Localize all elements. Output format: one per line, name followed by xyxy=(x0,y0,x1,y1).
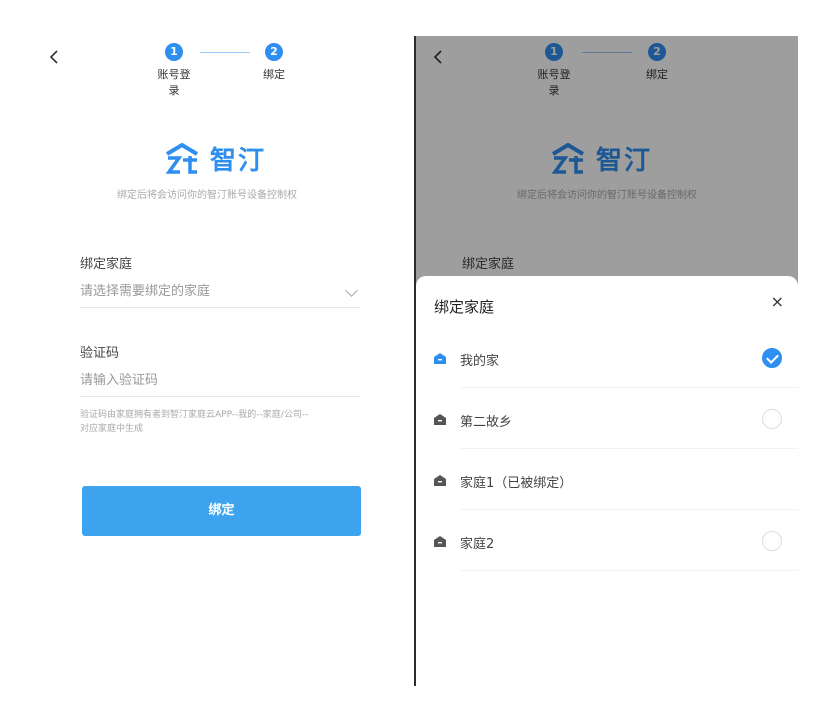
row-divider xyxy=(460,509,798,510)
radio-unchecked-icon[interactable] xyxy=(762,531,782,551)
home-option-home1-bound[interactable]: 家庭1（已被绑定） xyxy=(416,450,798,510)
home-option-my-home[interactable]: 我的家 xyxy=(416,328,798,388)
home-option-label: 第二故乡 xyxy=(460,415,513,430)
code-input-placeholder: 请输入验证码 xyxy=(80,373,159,388)
sheet-title: 绑定家庭 xyxy=(434,298,495,316)
house-icon xyxy=(434,536,446,547)
step-account-login: 1 账号登录 xyxy=(157,43,191,97)
brand-name: 智汀 xyxy=(210,146,267,176)
home-select-placeholder: 请选择需要绑定的家庭 xyxy=(80,284,211,299)
bind-screen: 1 账号登录 2 绑定 智汀 绑定后将会访问你的智汀账号设备控制权 绑定家庭 请… xyxy=(0,0,414,718)
house-icon xyxy=(434,414,446,425)
radio-checked-icon[interactable] xyxy=(762,348,782,368)
home-option-home2[interactable]: 家庭2 xyxy=(416,511,798,571)
chevron-left-icon xyxy=(49,50,58,64)
house-icon xyxy=(434,353,446,364)
home-option-second-home[interactable]: 第二故乡 xyxy=(416,389,798,449)
row-divider xyxy=(460,448,798,449)
bind-screen-with-sheet: 1 账号登录 2 绑定 智汀 绑定后将会访问你的智汀账号设备控制权 绑定家庭 绑… xyxy=(416,36,798,718)
row-divider xyxy=(460,387,798,388)
radio-unchecked-icon[interactable] xyxy=(762,409,782,429)
home-label: 绑定家庭 xyxy=(80,257,133,272)
code-input[interactable]: 请输入验证码 xyxy=(80,369,360,397)
chevron-down-icon xyxy=(345,284,358,297)
code-hint: 验证码由家庭拥有者到智汀家庭云APP--我的--家庭/公司-- 对应家庭中生成 xyxy=(80,410,309,434)
home-option-label: 家庭1（已被绑定） xyxy=(460,476,573,491)
back-button[interactable] xyxy=(48,48,60,70)
home-select[interactable]: 请选择需要绑定的家庭 xyxy=(80,280,360,308)
code-label: 验证码 xyxy=(80,346,120,361)
home-option-label: 我的家 xyxy=(460,354,500,369)
bind-button[interactable]: 绑定 xyxy=(82,486,361,536)
brand-subtitle: 绑定后将会访问你的智汀账号设备控制权 xyxy=(117,190,297,201)
step-bind: 2 绑定 xyxy=(263,43,285,81)
home-option-label: 家庭2 xyxy=(460,537,495,552)
step-connector xyxy=(200,52,250,53)
home-picker-sheet: 绑定家庭 × 我的家 第二故乡 家庭1（已被绑定） 家庭2 xyxy=(416,276,798,718)
close-icon[interactable]: × xyxy=(771,292,784,311)
house-icon xyxy=(434,475,446,486)
zt-logo-icon xyxy=(165,142,199,174)
row-divider xyxy=(460,570,798,571)
brand-logo: 智汀 xyxy=(164,140,266,177)
